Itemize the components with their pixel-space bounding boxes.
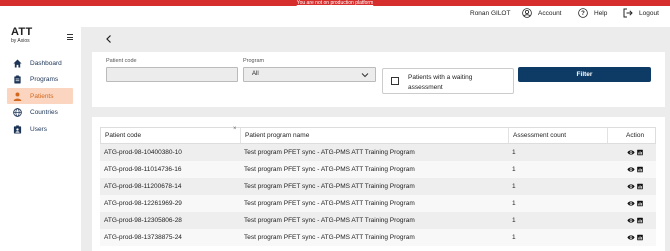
back-arrow-icon[interactable] — [104, 34, 114, 44]
clipboard-icon — [14, 75, 21, 84]
column-header-patient-code[interactable]: Patient code — [101, 128, 141, 143]
view-icon[interactable] — [627, 234, 635, 241]
table-row: ATG-prod-98-13738875-24 Test program PFET… — [100, 229, 656, 246]
program-select[interactable]: All — [243, 67, 376, 82]
row-actions — [627, 234, 644, 241]
logout-icon — [623, 8, 633, 18]
sidebar-item-label: Patients — [30, 92, 54, 100]
program-select-value: All — [252, 71, 259, 77]
cell-patient-code: ATG-prod-98-10400380-10 — [104, 149, 182, 156]
row-actions — [627, 183, 644, 190]
logout-label: Logout — [639, 9, 659, 17]
badge-icon — [13, 124, 22, 134]
row-actions — [627, 217, 644, 224]
cell-program-name: Test program PFET sync - ATG-PMS ATT Tra… — [244, 166, 415, 173]
cell-patient-code: ATG-prod-98-12261969-29 — [104, 200, 182, 207]
report-icon[interactable] — [636, 166, 644, 173]
sidebar-item-users[interactable]: Users — [7, 121, 73, 137]
report-icon[interactable] — [636, 183, 644, 190]
cell-assessment-count: 1 — [512, 166, 516, 173]
report-icon[interactable] — [636, 217, 644, 224]
program-label: Program — [243, 58, 265, 64]
table-header: Patient code × Patient program name Asse… — [100, 126, 656, 144]
row-actions — [627, 166, 644, 173]
column-header-action: Action — [626, 132, 645, 139]
table-row: ATG-prod-98-11200678-14 Test program PFET… — [100, 178, 656, 195]
cell-program-name: Test program PFET sync - ATG-PMS ATT Tra… — [244, 149, 415, 156]
view-icon[interactable] — [627, 183, 635, 190]
account-link[interactable]: Account — [522, 8, 562, 18]
filter-button[interactable]: Filter — [518, 67, 651, 82]
sidebar-item-programs[interactable]: Programs — [7, 72, 73, 88]
view-icon[interactable] — [627, 166, 635, 173]
table-row: ATG-prod-98-10400380-10 Test program PFET… — [100, 144, 656, 161]
report-icon[interactable] — [636, 234, 644, 241]
logo-name: ATT — [11, 26, 33, 38]
patient-code-label: Patient code — [106, 58, 137, 64]
view-icon[interactable] — [627, 217, 635, 224]
app-logo: ATT by Axios — [11, 26, 33, 45]
checkbox-box[interactable] — [391, 77, 399, 85]
account-label: Account — [538, 9, 562, 17]
home-icon — [13, 58, 22, 68]
view-icon[interactable] — [627, 200, 635, 207]
cell-program-name: Test program PFET sync - ATG-PMS ATT Tra… — [244, 217, 415, 224]
sidebar-item-patients[interactable]: Patients — [7, 88, 73, 104]
report-icon[interactable] — [636, 149, 644, 156]
cell-program-name: Test program PFET sync - ATG-PMS ATT Tra… — [244, 234, 415, 241]
column-header-assessment-count[interactable]: Assessment count — [509, 128, 566, 143]
top-bar: Ronan GILOT Account ? Help Logout — [81, 6, 670, 27]
sidebar-item-label: Users — [30, 125, 47, 133]
waiting-assessment-label: Patients with a waiting assessment — [408, 74, 473, 91]
menu-toggle-icon[interactable] — [67, 34, 73, 42]
help-label: Help — [594, 9, 608, 17]
sidebar-item-countries[interactable]: Countries — [7, 105, 73, 121]
sidebar-item-label: Programs — [30, 76, 59, 83]
cell-patient-code: ATG-prod-98-11014736-16 — [104, 166, 182, 173]
filter-panel: Patient code Program All Patients with a… — [92, 52, 665, 107]
cell-assessment-count: 1 — [512, 149, 516, 156]
cell-assessment-count: 1 — [512, 234, 516, 241]
clear-column-icon[interactable]: × — [233, 126, 237, 132]
person-icon — [13, 92, 22, 101]
sidebar-nav: Dashboard Programs Patients Countries Us… — [7, 55, 73, 138]
cell-patient-code: ATG-prod-98-11200678-14 — [104, 183, 182, 190]
table-row: ATG-prod-98-12305806-28 Test program PFET… — [100, 212, 656, 229]
help-icon: ? — [578, 8, 588, 18]
logout-link[interactable]: Logout — [623, 8, 659, 18]
user-name: Ronan GILOT — [470, 10, 511, 17]
cell-program-name: Test program PFET sync - ATG-PMS ATT Tra… — [244, 183, 415, 190]
row-actions — [627, 149, 644, 156]
sidebar-item-label: Countries — [30, 109, 58, 116]
view-icon[interactable] — [627, 149, 635, 156]
table-row: ATG-prod-98-11014736-16 Test program PFET… — [100, 161, 656, 178]
patients-table: Patient code × Patient program name Asse… — [100, 126, 656, 246]
patient-code-input[interactable] — [106, 67, 238, 82]
row-actions — [627, 200, 644, 207]
account-icon — [522, 8, 532, 18]
patients-table-card: Patient code × Patient program name Asse… — [92, 117, 665, 251]
logo-subtitle: by Axios — [11, 38, 30, 44]
cell-assessment-count: 1 — [512, 200, 516, 207]
chevron-down-icon — [361, 73, 369, 78]
help-link[interactable]: ? Help — [578, 8, 607, 18]
cell-patient-code: ATG-prod-98-12305806-28 — [104, 217, 182, 224]
cell-assessment-count: 1 — [512, 217, 516, 224]
sidebar-item-label: Dashboard — [30, 59, 62, 67]
cell-assessment-count: 1 — [512, 183, 516, 190]
cell-patient-code: ATG-prod-98-13738875-24 — [104, 234, 182, 241]
globe-icon — [13, 108, 22, 117]
svg-text:?: ? — [581, 11, 585, 17]
cell-program-name: Test program PFET sync - ATG-PMS ATT Tra… — [244, 200, 415, 207]
table-row: ATG-prod-98-12261969-29 Test program PFET… — [100, 195, 656, 212]
report-icon[interactable] — [636, 200, 644, 207]
sidebar-item-dashboard[interactable]: Dashboard — [7, 55, 73, 71]
waiting-assessment-checkbox[interactable]: Patients with a waiting assessment — [382, 68, 514, 94]
column-header-program-name[interactable]: Patient program name — [241, 128, 309, 143]
